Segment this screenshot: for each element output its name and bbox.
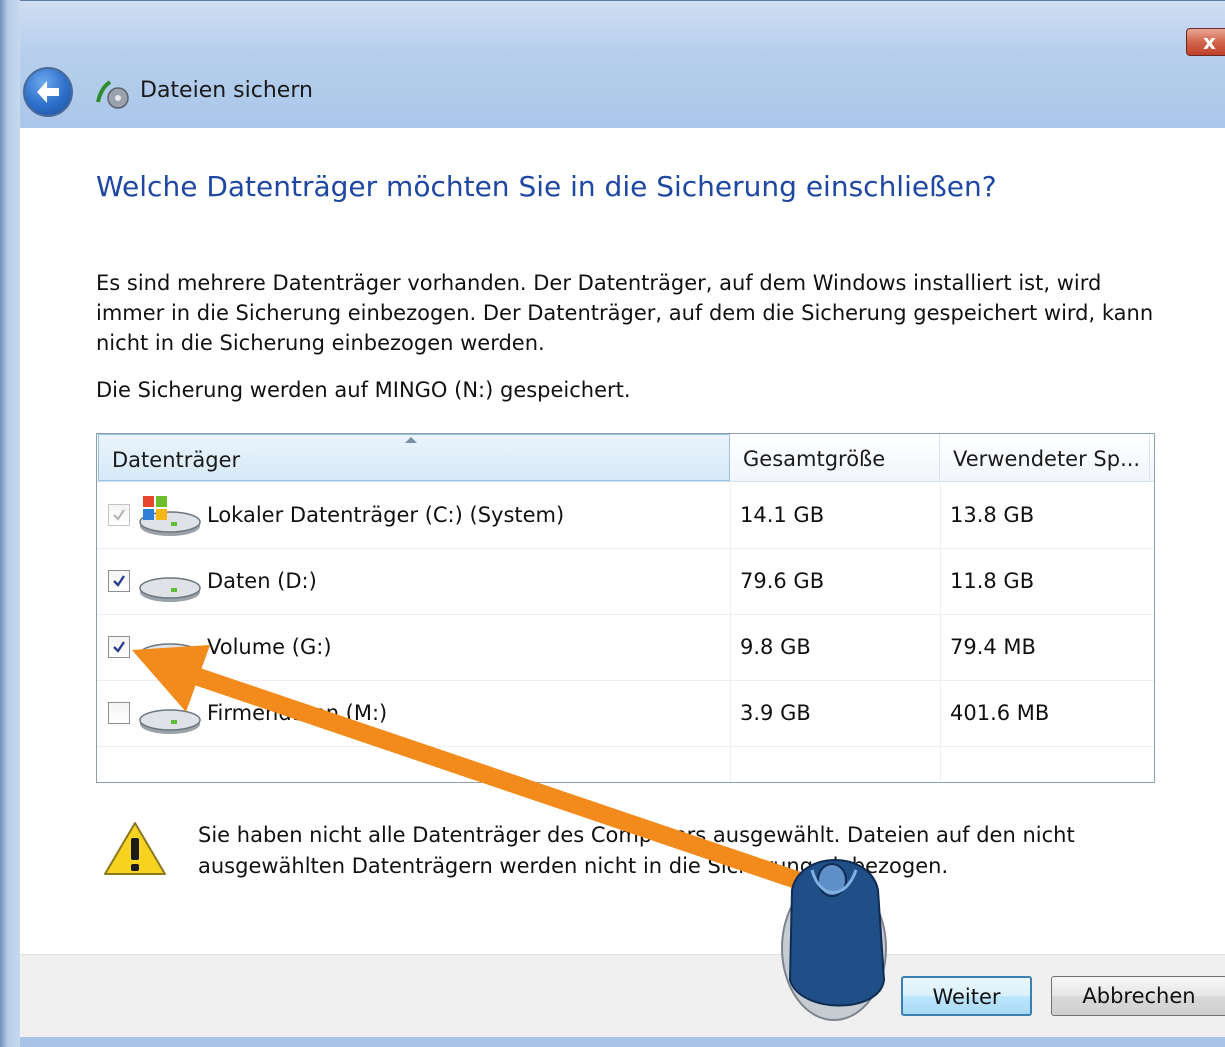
next-button-label: Weiter [932, 985, 1001, 1009]
drive-checkbox-m[interactable] [108, 702, 130, 724]
back-button[interactable] [23, 67, 73, 117]
wizard-content: Welche Datenträger möchten Sie in die Si… [20, 128, 1225, 954]
sort-ascending-icon [405, 437, 417, 443]
next-button[interactable]: Weiter [901, 976, 1032, 1016]
warning-text: Sie haben nicht alle Datenträger des Com… [198, 823, 1075, 878]
drive-used-space: 401.6 MB [950, 701, 1050, 725]
cancel-button-label: Abbrechen [1082, 984, 1196, 1008]
backup-wizard-window: x Dateien sichern Welche Datenträger möc… [0, 0, 1225, 1047]
save-location-text: Die Sicherung werden auf MINGO (N:) gesp… [96, 378, 631, 402]
drive-total-size: 14.1 GB [740, 503, 825, 527]
checkmark-icon [113, 641, 125, 653]
drive-icon [139, 577, 201, 602]
table-row[interactable]: Volume (G:) 9.8 GB 79.4 MB [97, 614, 1154, 681]
drive-used-space: 13.8 GB [950, 503, 1035, 527]
drive-total-size: 3.9 GB [740, 701, 811, 725]
close-icon: x [1203, 30, 1216, 54]
checkmark-icon [113, 575, 125, 587]
back-arrow-icon [37, 81, 59, 103]
drive-checkbox-g[interactable] [108, 636, 130, 658]
drive-checkbox-c [108, 504, 130, 526]
drive-name: Daten (D:) [207, 569, 317, 593]
drive-list: Datenträger Gesamtgröße Verwendeter Sp..… [96, 433, 1155, 783]
column-header-drive[interactable]: Datenträger [98, 434, 730, 481]
column-header-label: Verwendeter Sp... [953, 447, 1141, 471]
warning-icon [104, 822, 166, 875]
drive-total-size: 79.6 GB [740, 569, 825, 593]
drive-icon [139, 709, 201, 734]
table-row[interactable]: Daten (D:) 79.6 GB 11.8 GB [97, 548, 1154, 615]
column-header-total-size[interactable]: Gesamtgröße [730, 434, 940, 481]
title-bar [0, 0, 1225, 129]
drive-icon [139, 643, 201, 668]
page-title: Welche Datenträger möchten Sie in die Si… [96, 170, 997, 203]
description-text: Es sind mehrere Datenträger vorhanden. D… [96, 271, 1154, 355]
checkmark-icon [113, 509, 125, 521]
drive-checkbox-d[interactable] [108, 570, 130, 592]
drive-name: Firmendaten (M:) [207, 701, 388, 725]
drive-used-space: 79.4 MB [950, 635, 1036, 659]
wizard-footer: Weiter Abbrechen [20, 954, 1225, 1037]
list-header: Datenträger Gesamtgröße Verwendeter Sp..… [97, 434, 1154, 482]
drive-name: Volume (G:) [207, 635, 332, 659]
close-button[interactable]: x [1186, 28, 1225, 56]
drive-used-space: 11.8 GB [950, 569, 1035, 593]
system-drive-icon [139, 496, 201, 536]
table-row[interactable]: Lokaler Datenträger (C:) (System) 14.1 G… [97, 482, 1154, 549]
drive-total-size: 9.8 GB [740, 635, 811, 659]
column-header-used-space[interactable]: Verwendeter Sp... [940, 434, 1150, 481]
table-row[interactable]: Firmendaten (M:) 3.9 GB 401.6 MB [97, 680, 1154, 747]
drive-name: Lokaler Datenträger (C:) (System) [207, 503, 565, 527]
window-frame-left [0, 0, 20, 1047]
cancel-button[interactable]: Abbrechen [1051, 976, 1225, 1016]
window-title: Dateien sichern [140, 78, 313, 103]
column-header-label: Datenträger [112, 448, 241, 472]
column-header-label: Gesamtgröße [743, 447, 886, 471]
backup-app-icon [96, 80, 129, 109]
